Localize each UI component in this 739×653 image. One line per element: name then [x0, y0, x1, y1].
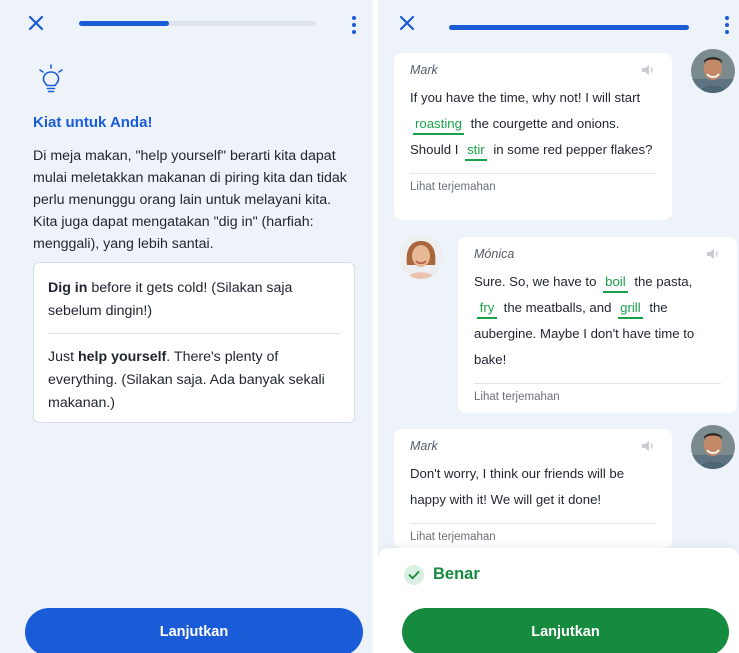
progress-bar-fill	[449, 25, 689, 30]
answer-blank[interactable]: grill	[618, 299, 643, 319]
see-translation-link[interactable]: Lihat terjemahan	[410, 524, 656, 543]
message-fragment: the pasta,	[634, 274, 693, 289]
continue-button[interactable]: Lanjutkan	[402, 608, 729, 653]
answer-blank[interactable]: stir	[465, 141, 487, 161]
continue-button[interactable]: Lanjutkan	[25, 608, 363, 653]
chat-bubble-monica: Mónica Sure. So, we have to boil the pas…	[458, 237, 737, 413]
message-fragment: in some red pepper flakes?	[493, 142, 653, 157]
see-translation-link[interactable]: Lihat terjemahan	[410, 174, 656, 193]
result-bar: Benar Lanjutkan	[378, 548, 739, 653]
message-fragment: the meatballs, and	[503, 300, 612, 315]
close-icon[interactable]	[398, 14, 416, 32]
tips-title: Kiat untuk Anda!	[33, 114, 153, 131]
avatar-monica	[399, 235, 443, 279]
progress-bar	[449, 25, 689, 30]
speaker-name: Mónica	[474, 247, 515, 261]
example-highlight: Dig in	[48, 280, 88, 296]
speaker-name: Mark	[410, 439, 438, 453]
result-label: Benar	[433, 565, 480, 583]
tips-screen: Kiat untuk Anda! Di meja makan, "help yo…	[0, 0, 373, 653]
divider	[48, 333, 340, 334]
message-text: Sure. So, we have to boil the pasta, fry…	[474, 269, 721, 373]
answer-blank[interactable]: boil	[603, 273, 628, 293]
dialogue-screen: Mark If you have the time, why not! I wi…	[378, 0, 739, 653]
chat-bubble-mark: Mark If you have the time, why not! I wi…	[394, 53, 672, 220]
avatar-image	[691, 425, 735, 469]
answer-blank[interactable]: fry	[477, 299, 497, 319]
chat-bubble-mark: Mark Don't worry, I think our friends wi…	[394, 429, 672, 548]
avatar-mark	[691, 49, 735, 93]
kebab-menu-icon[interactable]	[351, 16, 357, 34]
example-text: Just	[48, 349, 78, 365]
examples-card: Dig in before it gets cold! (Silakan saj…	[33, 262, 355, 423]
example-item: Just help yourself. There's plenty of ev…	[48, 346, 340, 415]
message-text: If you have the time, why not! I will st…	[410, 85, 656, 163]
tips-body: Di meja makan, "help yourself" berarti k…	[33, 148, 347, 252]
example-highlight: help yourself	[77, 349, 167, 365]
avatar-image	[399, 235, 443, 279]
speaker-name: Mark	[410, 63, 438, 77]
close-icon[interactable]	[27, 14, 45, 32]
avatar-image	[691, 49, 735, 93]
example-item: Dig in before it gets cold! (Silakan saj…	[48, 277, 340, 323]
progress-bar-fill	[79, 21, 170, 26]
message-fragment: Sure. So, we have to	[474, 274, 597, 289]
answer-blank[interactable]: roasting	[413, 115, 464, 135]
speaker-icon[interactable]	[640, 63, 656, 77]
lightbulb-icon	[39, 64, 63, 93]
check-circle-icon	[404, 565, 424, 585]
speaker-icon[interactable]	[705, 247, 721, 261]
avatar-mark	[691, 425, 735, 469]
progress-bar	[79, 21, 316, 26]
message-fragment: If you have the time, why not! I will st…	[410, 90, 641, 105]
see-translation-link[interactable]: Lihat terjemahan	[474, 384, 721, 403]
kebab-menu-icon[interactable]	[724, 16, 730, 34]
message-text: Don't worry, I think our friends will be…	[410, 466, 625, 507]
speaker-icon[interactable]	[640, 439, 656, 453]
